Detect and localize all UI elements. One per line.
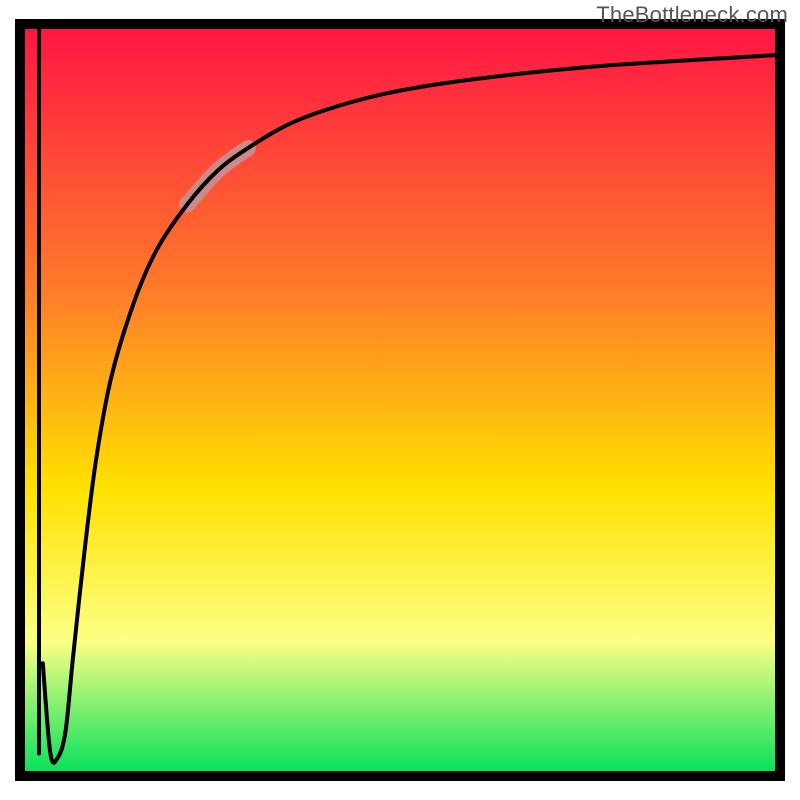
gradient-background — [20, 24, 780, 776]
bottleneck-chart — [0, 0, 800, 800]
chart-container: TheBottleneck.com — [0, 0, 800, 800]
watermark-label: TheBottleneck.com — [596, 2, 788, 28]
plot-area — [20, 24, 780, 776]
